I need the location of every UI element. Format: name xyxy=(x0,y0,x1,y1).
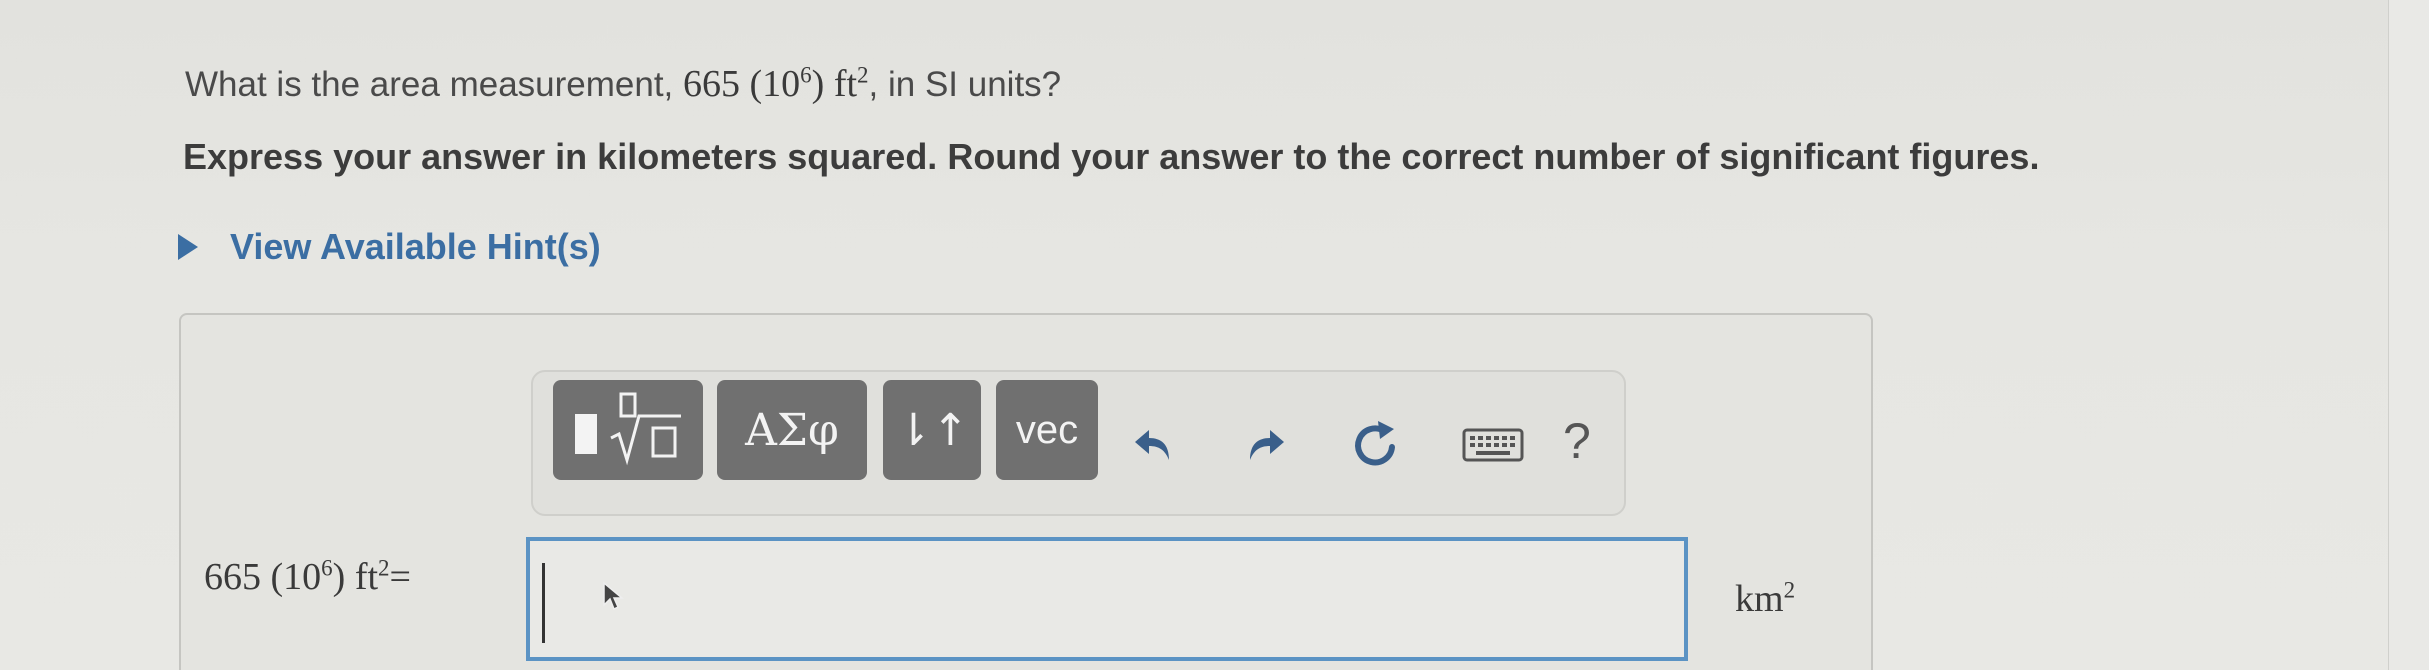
vector-button[interactable]: vec xyxy=(996,380,1098,480)
answer-panel: ΑΣφ ⇂↑ vec ? 665 (106) ft2= km2 xyxy=(179,313,1873,670)
question-math: 665 (106) ft2 xyxy=(683,62,869,105)
instruction-text: Express your answer in kilometers square… xyxy=(183,136,2040,177)
answer-unit-exp: 2 xyxy=(1783,577,1796,603)
equation-label: 665 (106) ft2= xyxy=(204,555,411,599)
question-power-base: (10 xyxy=(749,63,801,105)
answer-input[interactable] xyxy=(526,537,1688,661)
fraction-root-template-icon xyxy=(575,392,681,466)
answer-unit-base: km xyxy=(1735,578,1784,620)
question-coefficient: 665 xyxy=(683,63,740,105)
question-power-close: ) xyxy=(811,63,825,105)
equation-unit-exp: 2 xyxy=(378,555,390,581)
question-power-exp: 6 xyxy=(800,62,812,88)
mouse-pointer-icon xyxy=(603,581,624,611)
equation-power-base: (10 xyxy=(270,556,322,598)
reset-button[interactable] xyxy=(1341,410,1411,480)
question-text: What is the area measurement, 665 (106) … xyxy=(185,62,1061,106)
math-toolbar: ΑΣφ ⇂↑ vec ? xyxy=(531,370,1626,516)
question-prefix: What is the area measurement, xyxy=(185,65,683,104)
triangle-right-icon xyxy=(178,234,198,260)
equation-power-close: ) xyxy=(332,556,346,598)
redo-icon xyxy=(1250,430,1284,460)
question-suffix: , in SI units? xyxy=(868,65,1062,104)
undo-button[interactable] xyxy=(1121,410,1191,480)
question-unit-base: ft xyxy=(833,63,858,105)
view-hints-label: View Available Hint(s) xyxy=(230,226,601,267)
equation-coefficient: 665 xyxy=(204,556,261,598)
equation-equals: = xyxy=(389,556,411,598)
right-edge-strip xyxy=(2388,0,2429,670)
refresh-icon xyxy=(1355,421,1395,466)
question-unit-exp: 2 xyxy=(857,62,869,88)
answer-unit: km2 xyxy=(1735,577,1795,621)
text-caret xyxy=(542,563,545,643)
keyboard-button[interactable] xyxy=(1458,410,1528,480)
view-hints-toggle[interactable]: View Available Hint(s) xyxy=(178,226,601,268)
undo-icon xyxy=(1135,430,1169,460)
equation-unit-base: ft xyxy=(354,556,379,598)
sub-superscript-button[interactable]: ⇂↑ xyxy=(883,380,981,480)
equation-power-exp: 6 xyxy=(321,555,333,581)
templates-button[interactable] xyxy=(553,380,703,480)
help-button[interactable]: ? xyxy=(1563,412,1591,470)
greek-symbols-button[interactable]: ΑΣφ xyxy=(717,380,867,480)
redo-button[interactable] xyxy=(1228,410,1298,480)
keyboard-icon xyxy=(1462,428,1524,462)
